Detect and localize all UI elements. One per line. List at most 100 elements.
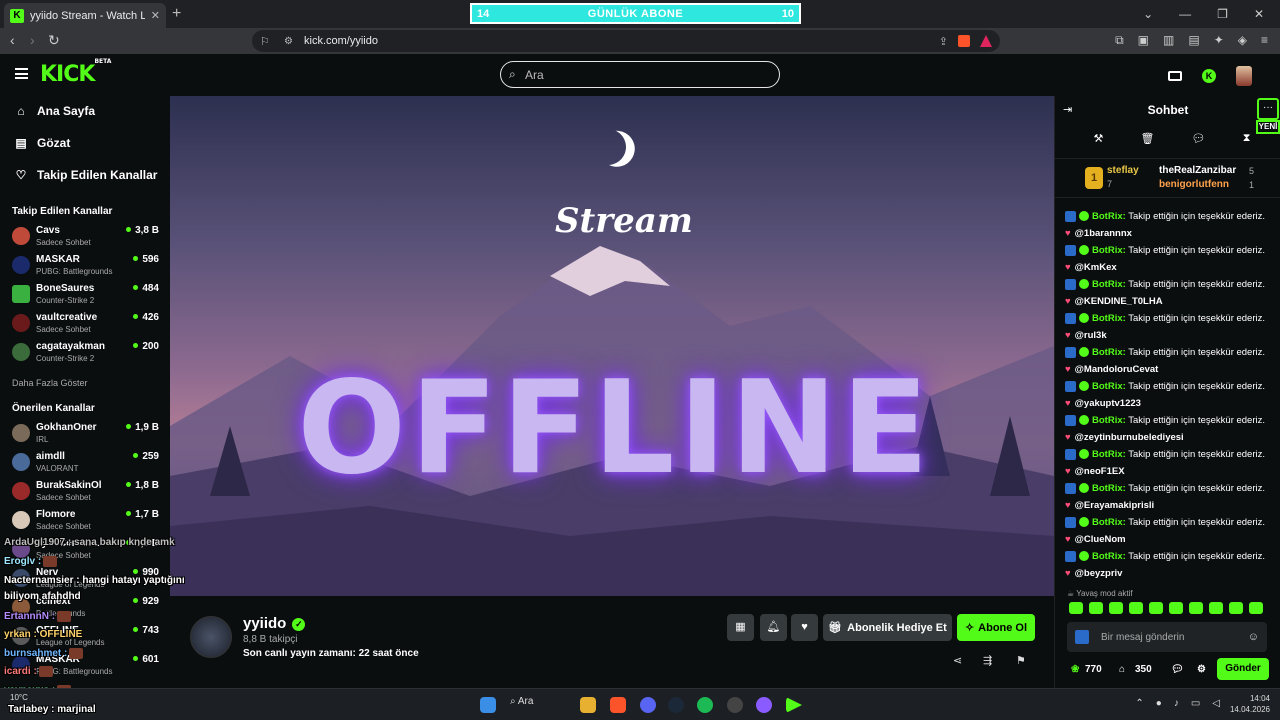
discord-icon[interactable] (640, 697, 656, 713)
chat-username[interactable]: BotRix: (1092, 313, 1126, 324)
leaderboard-user[interactable]: benigorlutfenn (1159, 179, 1229, 190)
app-icon[interactable] (756, 697, 772, 713)
chat-username[interactable]: BotRix: (1092, 517, 1126, 528)
brave-rewards-icon[interactable] (980, 35, 992, 47)
notification-bell-icon[interactable]: 🔔︎ (760, 614, 787, 641)
chat-mention[interactable]: @MandoloruCevat (1075, 364, 1159, 375)
channel-avatar[interactable] (190, 616, 232, 658)
file-explorer-icon[interactable] (580, 697, 596, 713)
sidebar-channel[interactable]: aimdll VALORANT 259 (12, 450, 162, 478)
sidebar-channel[interactable]: Flomore Sadece Sohbet 1,7 B (12, 508, 162, 536)
chat-username[interactable]: BotRix: (1092, 449, 1126, 460)
emote-icon[interactable] (1209, 602, 1223, 614)
sidebar-channel[interactable]: cagatayakman Counter-Strike 2 200 (12, 340, 162, 368)
chat-mention[interactable]: @rul3k (1075, 330, 1107, 341)
hamburger-menu-icon[interactable] (15, 68, 28, 79)
kick-app-icon[interactable] (786, 697, 802, 713)
microphone-icon[interactable]: ♪ (1174, 698, 1179, 709)
video-player[interactable]: Stream OFFLINE (170, 96, 1054, 596)
chat-mention[interactable]: @neoF1EX (1075, 466, 1125, 477)
sidebar-channel[interactable]: BurakSakinOl Sadece Sohbet 1,8 B (12, 479, 162, 507)
hourglass-icon[interactable]: ⧗ (1243, 132, 1251, 145)
leaderboard-user[interactable]: steflay (1107, 165, 1139, 176)
reload-icon[interactable]: ↻ (48, 32, 60, 49)
chat-username[interactable]: BotRix: (1092, 381, 1126, 392)
close-tab-icon[interactable]: ✕ (151, 9, 160, 22)
chat-username[interactable]: BotRix: (1092, 245, 1126, 256)
leaderboard-user[interactable]: theRealZanzibar (1159, 165, 1236, 176)
sidebar-icon[interactable]: ▥ (1163, 33, 1174, 48)
tray-app-icon[interactable]: ● (1156, 698, 1162, 709)
app-icon[interactable] (727, 697, 743, 713)
subscribe-button[interactable]: ✧ Abone Ol (957, 614, 1035, 641)
vpn-icon[interactable]: ◈ (1238, 33, 1247, 48)
new-tab-icon[interactable]: + (172, 5, 181, 23)
host-icon[interactable]: ⇶ (983, 654, 992, 667)
sidebar-channel[interactable]: vaultcreative Sadece Sohbet 426 (12, 311, 162, 339)
extensions-icon[interactable]: ⧉ (1115, 33, 1124, 48)
emote-icon[interactable] (1229, 602, 1243, 614)
nav-following[interactable]: ♡ Takip Edilen Kanallar (15, 168, 158, 182)
emote-icon[interactable] (1109, 602, 1123, 614)
tab-list-icon[interactable]: ⌄ (1143, 7, 1153, 21)
chat-username[interactable]: BotRix: (1092, 211, 1126, 222)
chat-username[interactable]: BotRix: (1092, 551, 1126, 562)
nav-home[interactable]: ⌂ Ana Sayfa (15, 104, 95, 118)
browser-tab[interactable]: K yyiido Stream - Watch Live on Kic ✕ (4, 3, 166, 28)
share-icon[interactable]: ⋖ (953, 654, 962, 667)
send-button[interactable]: Gönder (1217, 658, 1269, 680)
tray-chevron-icon[interactable]: ⌃ (1135, 698, 1143, 709)
leo-icon[interactable]: ✦ (1214, 33, 1224, 48)
trash-icon[interactable]: 🗑︎ (1141, 132, 1155, 145)
chat-username[interactable]: BotRix: (1092, 415, 1126, 426)
chat-username[interactable]: BotRix: (1092, 347, 1126, 358)
emote-icon[interactable] (1149, 602, 1163, 614)
chat-mention[interactable]: @ClueNom (1075, 534, 1126, 545)
emoji-picker-icon[interactable]: ☺ (1248, 631, 1259, 643)
share-icon[interactable]: ⇪ (939, 35, 948, 48)
user-avatar[interactable] (1236, 66, 1252, 86)
forward-icon[interactable]: › (30, 32, 35, 48)
emote-icon[interactable] (1249, 602, 1263, 614)
close-window-icon[interactable]: ✕ (1254, 7, 1264, 21)
sidebar-channel[interactable]: GokhanOner IRL 1,9 B (12, 421, 162, 449)
sidebar-channel[interactable]: MASKAR PUBG: Battlegrounds 596 (12, 253, 162, 281)
search-input[interactable]: ⌕ Ara (500, 61, 780, 88)
chat-mention[interactable]: @KENDINE_T0LHA (1075, 296, 1163, 307)
wallet-icon[interactable]: ▤ (1188, 33, 1199, 48)
show-more-link[interactable]: Daha Fazla Göster (12, 378, 88, 388)
spotify-icon[interactable] (697, 697, 713, 713)
emote-icon[interactable] (1129, 602, 1143, 614)
chat-users-icon[interactable]: 💬︎ (1171, 664, 1184, 675)
weather-widget[interactable]: 10°C (10, 693, 28, 702)
screenshot-icon[interactable]: ▣ (1138, 33, 1149, 48)
taskbar-search[interactable]: ⌕ Ara (510, 696, 533, 707)
chat-mention[interactable]: @zeytinburnubelediyesi (1075, 432, 1184, 443)
steam-icon[interactable] (668, 697, 684, 713)
store-points[interactable]: 350 (1135, 664, 1152, 675)
windows-start-icon[interactable] (480, 697, 496, 713)
wallet-icon[interactable] (1168, 71, 1182, 81)
clip-button[interactable]: ▦ (727, 614, 754, 641)
site-info-icon[interactable]: ⚙ (284, 36, 293, 47)
kick-logo[interactable]: KICKBETA (40, 58, 111, 87)
chat-mention[interactable]: @KmKex (1075, 262, 1117, 273)
chat-username[interactable]: BotRix: (1092, 483, 1126, 494)
follow-heart-icon[interactable]: ♥ (791, 614, 818, 641)
emote-icon[interactable] (1169, 602, 1183, 614)
gift-subscription-button[interactable]: 🎁︎ Abonelik Hediye Et (823, 614, 952, 641)
chat-bubble-icon[interactable]: 💬︎ (1192, 132, 1206, 145)
emote-icon[interactable] (1089, 602, 1103, 614)
channel-points[interactable]: 770 (1085, 664, 1102, 675)
chat-mention[interactable]: @beyzpriv (1075, 568, 1123, 579)
maximize-icon[interactable]: ❐ (1217, 7, 1228, 21)
url-field[interactable]: ⚐ ⚙ kick.com/yyiido ⇪ (252, 30, 1000, 52)
channel-name-row[interactable]: yyiido ✓ (243, 615, 306, 632)
volume-icon[interactable]: ◁ (1212, 698, 1220, 709)
back-icon[interactable]: ‹ (10, 32, 15, 48)
menu-icon[interactable]: ≡ (1261, 33, 1268, 48)
chat-mention[interactable]: @yakuptv1223 (1075, 398, 1141, 409)
hammer-icon[interactable]: ⚒ (1094, 132, 1104, 145)
network-icon[interactable]: ▭ (1191, 698, 1200, 709)
emote-icon[interactable] (1069, 602, 1083, 614)
